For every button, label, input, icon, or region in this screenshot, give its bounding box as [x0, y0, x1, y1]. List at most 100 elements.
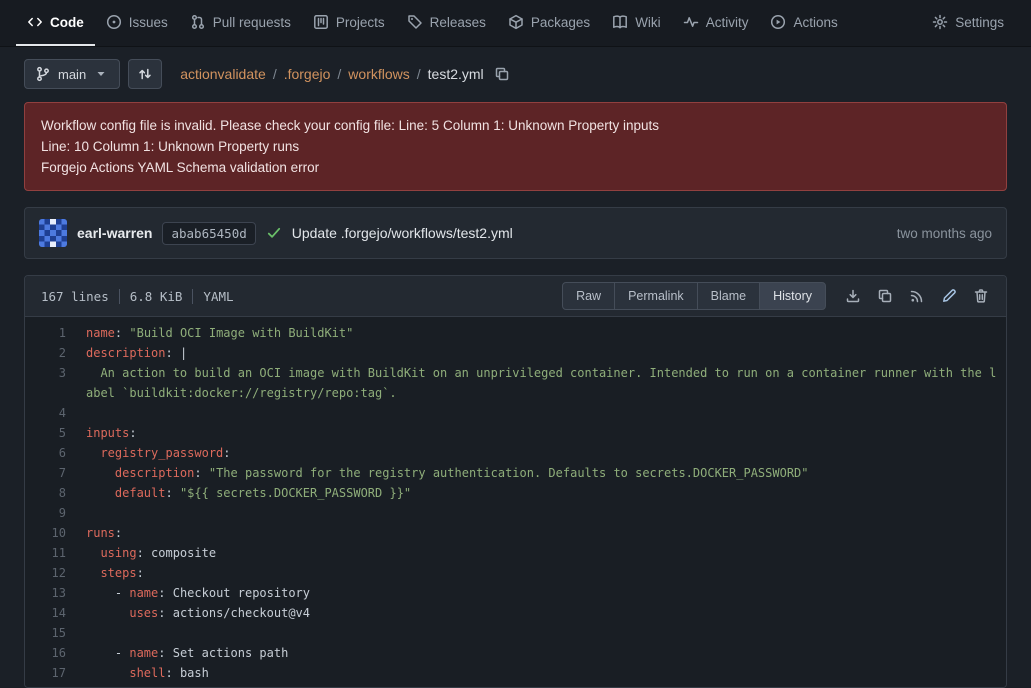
- code-token: description: [115, 466, 194, 480]
- code-token: [86, 486, 115, 500]
- line-number[interactable]: 4: [25, 403, 66, 423]
- line-number[interactable]: 6: [25, 443, 66, 463]
- line-content: steps:: [66, 563, 1006, 583]
- code-token: |: [173, 346, 187, 360]
- edit-icon: [941, 288, 957, 304]
- line-content: default: "${{ secrets.DOCKER_PASSWORD }}…: [66, 483, 1006, 503]
- tab-actions[interactable]: Actions: [759, 0, 848, 46]
- tab-label: Pull requests: [213, 15, 291, 30]
- download-button[interactable]: [838, 281, 868, 311]
- delete-button[interactable]: [966, 281, 996, 311]
- code-token: "The password for the registry authentic…: [209, 466, 809, 480]
- line-number[interactable]: 9: [25, 503, 66, 523]
- line-number[interactable]: 14: [25, 603, 66, 623]
- commit-message[interactable]: Update .forgejo/workflows/test2.yml: [292, 225, 513, 241]
- tab-label: Settings: [955, 15, 1004, 30]
- line-number[interactable]: 11: [25, 543, 66, 563]
- code-token: steps: [100, 566, 136, 580]
- breadcrumb-link[interactable]: workflows: [348, 66, 409, 82]
- commit-status-check-icon[interactable]: [266, 225, 282, 241]
- line-number[interactable]: 17: [25, 663, 66, 683]
- line-number[interactable]: 2: [25, 343, 66, 363]
- tab-label: Code: [50, 15, 84, 30]
- code-line: 7 description: "The password for the reg…: [25, 463, 1006, 483]
- view-button-permalink[interactable]: Permalink: [614, 282, 698, 310]
- line-number[interactable]: 10: [25, 523, 66, 543]
- line-content: [66, 403, 1006, 423]
- line-number[interactable]: 7: [25, 463, 66, 483]
- code-token: Set actions path: [166, 646, 289, 660]
- breadcrumb-current: test2.yml: [428, 66, 484, 82]
- file-language: YAML: [203, 289, 233, 304]
- line-number[interactable]: 12: [25, 563, 66, 583]
- line-content: shell: bash: [66, 663, 1006, 683]
- line-number[interactable]: 1: [25, 323, 66, 343]
- error-banner: Workflow config file is invalid. Please …: [24, 102, 1007, 191]
- file-info: 167 lines 6.8 KiB YAML: [41, 289, 234, 304]
- tab-activity[interactable]: Activity: [672, 0, 760, 46]
- tab-projects[interactable]: Projects: [302, 0, 396, 46]
- breadcrumb: actionvalidate/.forgejo/workflows/test2.…: [180, 66, 509, 82]
- play-circle-icon: [770, 14, 786, 30]
- code-token: using: [100, 546, 136, 560]
- tab-releases[interactable]: Releases: [396, 0, 497, 46]
- code-token: :: [158, 646, 165, 660]
- code-token: default: [115, 486, 166, 500]
- line-number[interactable]: 3: [25, 363, 66, 403]
- breadcrumb-link[interactable]: actionvalidate: [180, 66, 266, 82]
- rss-button[interactable]: [902, 281, 932, 311]
- commit-age: two months ago: [897, 226, 992, 241]
- line-content: - name: Checkout repository: [66, 583, 1006, 603]
- issue-icon: [106, 14, 122, 30]
- branch-selector[interactable]: main: [24, 59, 120, 89]
- avatar[interactable]: [39, 219, 67, 247]
- view-button-raw[interactable]: Raw: [562, 282, 615, 310]
- view-button-blame[interactable]: Blame: [697, 282, 760, 310]
- code-token: [86, 466, 115, 480]
- compare-button[interactable]: [128, 59, 162, 89]
- tab-wiki[interactable]: Wiki: [601, 0, 672, 46]
- code-token: [86, 666, 129, 680]
- file-header: 167 lines 6.8 KiB YAML RawPermalinkBlame…: [25, 276, 1006, 317]
- code-line: 13 - name: Checkout repository: [25, 583, 1006, 603]
- tab-label: Wiki: [635, 15, 661, 30]
- code-view: 1name: "Build OCI Image with BuildKit"2d…: [25, 317, 1006, 687]
- line-content: description: "The password for the regis…: [66, 463, 1006, 483]
- line-number[interactable]: 13: [25, 583, 66, 603]
- breadcrumb-link[interactable]: .forgejo: [284, 66, 331, 82]
- line-number[interactable]: 5: [25, 423, 66, 443]
- latest-commit-bar: earl-warren abab65450d Update .forgejo/w…: [24, 207, 1007, 259]
- code-line: 17 shell: bash: [25, 663, 1006, 683]
- code-token: :: [158, 586, 165, 600]
- file-view: 167 lines 6.8 KiB YAML RawPermalinkBlame…: [24, 275, 1007, 688]
- tab-label: Projects: [336, 15, 385, 30]
- code-token: "${{ secrets.DOCKER_PASSWORD }}": [180, 486, 411, 500]
- git-branch-icon: [35, 66, 51, 82]
- commit-sha-badge[interactable]: abab65450d: [162, 222, 255, 245]
- code-token: :: [115, 526, 122, 540]
- code-line: 2description: |: [25, 343, 1006, 363]
- line-number[interactable]: 16: [25, 643, 66, 663]
- code-line: 4: [25, 403, 1006, 423]
- tab-issues[interactable]: Issues: [95, 0, 179, 46]
- view-button-history[interactable]: History: [759, 282, 826, 310]
- tab-settings[interactable]: Settings: [921, 0, 1015, 46]
- caret-down-icon: [93, 66, 109, 82]
- line-number[interactable]: 15: [25, 623, 66, 643]
- copy-path-icon[interactable]: [494, 66, 510, 82]
- line-content: [66, 623, 1006, 643]
- copy-content-button[interactable]: [870, 281, 900, 311]
- line-content: name: "Build OCI Image with BuildKit": [66, 323, 1006, 343]
- code-token: An action to build an OCI image with Bui…: [86, 366, 996, 400]
- repo-tabs-right: Settings: [921, 0, 1015, 46]
- code-token: [173, 486, 180, 500]
- repo-content: main actionvalidate/.forgejo/workflows/t…: [0, 59, 1031, 688]
- tab-packages[interactable]: Packages: [497, 0, 601, 46]
- edit-button[interactable]: [934, 281, 964, 311]
- code-token: :: [158, 606, 165, 620]
- tab-pull-requests[interactable]: Pull requests: [179, 0, 302, 46]
- tab-code[interactable]: Code: [16, 0, 95, 46]
- line-number[interactable]: 8: [25, 483, 66, 503]
- line-content: - name: Set actions path: [66, 643, 1006, 663]
- commit-author[interactable]: earl-warren: [77, 225, 152, 241]
